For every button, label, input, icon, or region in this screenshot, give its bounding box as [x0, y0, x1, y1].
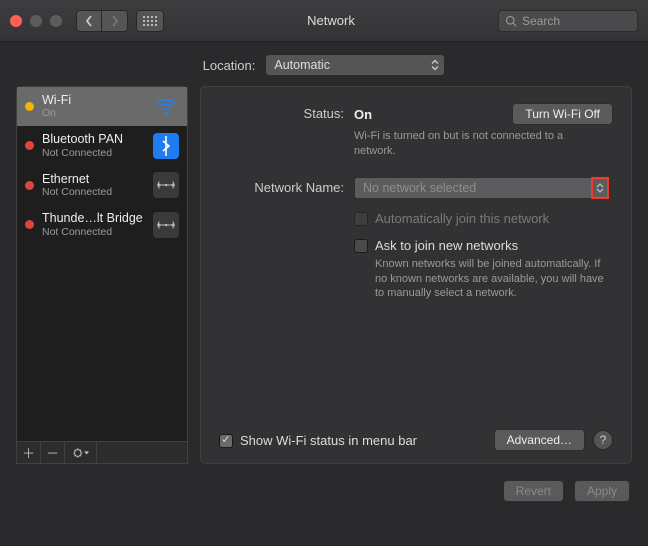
services-list: Wi-FiOnBluetooth PANNot ConnectedEtherne… [17, 87, 187, 441]
sidebar-item-sub: On [42, 107, 145, 119]
auto-join-checkbox: Automatically join this network [354, 211, 613, 226]
network-name-label: Network Name: [219, 177, 344, 195]
add-service-button[interactable]: ＋ [17, 442, 41, 463]
sidebar-item-text: Thunde…lt BridgeNot Connected [42, 211, 145, 237]
sidebar-item-name: Thunde…lt Bridge [42, 211, 145, 225]
advanced-button[interactable]: Advanced… [494, 429, 585, 451]
footer-buttons: Revert Apply [0, 474, 648, 502]
status-dot-icon [25, 220, 34, 229]
status-value: On [354, 107, 372, 122]
main-area: Wi-FiOnBluetooth PANNot ConnectedEtherne… [0, 86, 648, 474]
wifi-icon [153, 93, 179, 119]
sidebar-item-sub: Not Connected [42, 147, 145, 159]
sidebar-item-wi-fi[interactable]: Wi-FiOn [17, 87, 187, 126]
content-bottom-row: Show Wi-Fi status in menu bar Advanced… … [219, 429, 613, 451]
bluetooth-icon [153, 133, 179, 159]
sidebar-item-sub: Not Connected [42, 186, 145, 198]
sidebar-item-text: Wi-FiOn [42, 93, 145, 119]
sidebar-item-text: EthernetNot Connected [42, 172, 145, 198]
location-value: Automatic [274, 58, 330, 72]
back-button[interactable] [76, 10, 102, 32]
network-name-stepper-highlight[interactable] [591, 177, 609, 199]
zoom-window-button[interactable] [50, 15, 62, 27]
status-dot-icon [25, 141, 34, 150]
search-placeholder: Search [522, 14, 560, 28]
menubar-label: Show Wi-Fi status in menu bar [240, 433, 417, 448]
auto-join-label: Automatically join this network [375, 211, 549, 226]
service-actions-button[interactable] [65, 442, 97, 463]
minimize-window-button[interactable] [30, 15, 42, 27]
search-field[interactable]: Search [498, 10, 638, 32]
status-detail: Wi-Fi is turned on but is not connected … [354, 129, 594, 159]
search-icon [505, 15, 517, 27]
revert-button[interactable]: Revert [503, 480, 564, 502]
checkbox-icon [354, 212, 368, 226]
sidebar-item-text: Bluetooth PANNot Connected [42, 132, 145, 158]
sidebar-item-name: Ethernet [42, 172, 145, 186]
close-window-button[interactable] [10, 15, 22, 27]
location-select[interactable]: Automatic [265, 54, 445, 76]
sidebar-item-sub: Not Connected [42, 226, 145, 238]
ask-join-label: Ask to join new networks [375, 238, 518, 253]
gear-dropdown-icon [73, 447, 89, 459]
network-name-row: Network Name: No network selected Automa… [219, 177, 613, 302]
location-row: Location: Automatic [0, 42, 648, 86]
sidebar-item-name: Wi-Fi [42, 93, 145, 107]
status-dot-icon [25, 102, 34, 111]
network-name-select[interactable]: No network selected [354, 177, 609, 199]
sidebar-footer: ＋ － [17, 441, 187, 463]
sidebar-item-bluetooth-pan[interactable]: Bluetooth PANNot Connected [17, 126, 187, 165]
ethernet-icon [153, 172, 179, 198]
sidebar-item-name: Bluetooth PAN [42, 132, 145, 146]
sidebar-item-ethernet[interactable]: EthernetNot Connected [17, 166, 187, 205]
network-name-value: No network selected [363, 181, 476, 195]
ask-join-checkbox[interactable]: Ask to join new networks Known networks … [354, 238, 613, 302]
apply-button[interactable]: Apply [574, 480, 630, 502]
chevron-left-icon [85, 15, 93, 27]
sidebar-item-thunde-lt-bridge[interactable]: Thunde…lt BridgeNot Connected [17, 205, 187, 244]
window-title: Network [164, 13, 498, 28]
toggle-wifi-button[interactable]: Turn Wi-Fi Off [512, 103, 613, 125]
help-button[interactable]: ? [593, 430, 613, 450]
remove-service-button[interactable]: － [41, 442, 65, 463]
ethernet-icon [153, 212, 179, 238]
status-label: Status: [219, 103, 344, 121]
location-label: Location: [203, 58, 256, 73]
menubar-checkbox[interactable]: Show Wi-Fi status in menu bar [219, 433, 417, 448]
checkbox-icon [354, 239, 368, 253]
ask-join-detail: Known networks will be joined automatica… [375, 257, 613, 302]
titlebar: Network Search [0, 0, 648, 42]
chevron-right-icon [111, 15, 119, 27]
status-dot-icon [25, 181, 34, 190]
traffic-lights [10, 15, 62, 27]
status-row: Status: On Turn Wi-Fi Off Wi-Fi is turne… [219, 103, 613, 159]
show-all-button[interactable] [136, 10, 164, 32]
detail-panel: Status: On Turn Wi-Fi Off Wi-Fi is turne… [200, 86, 632, 464]
services-sidebar: Wi-FiOnBluetooth PANNot ConnectedEtherne… [16, 86, 188, 464]
checkbox-icon [219, 434, 233, 448]
updown-stepper-icon [427, 57, 442, 73]
forward-button[interactable] [102, 10, 128, 32]
grid-icon [143, 16, 157, 26]
